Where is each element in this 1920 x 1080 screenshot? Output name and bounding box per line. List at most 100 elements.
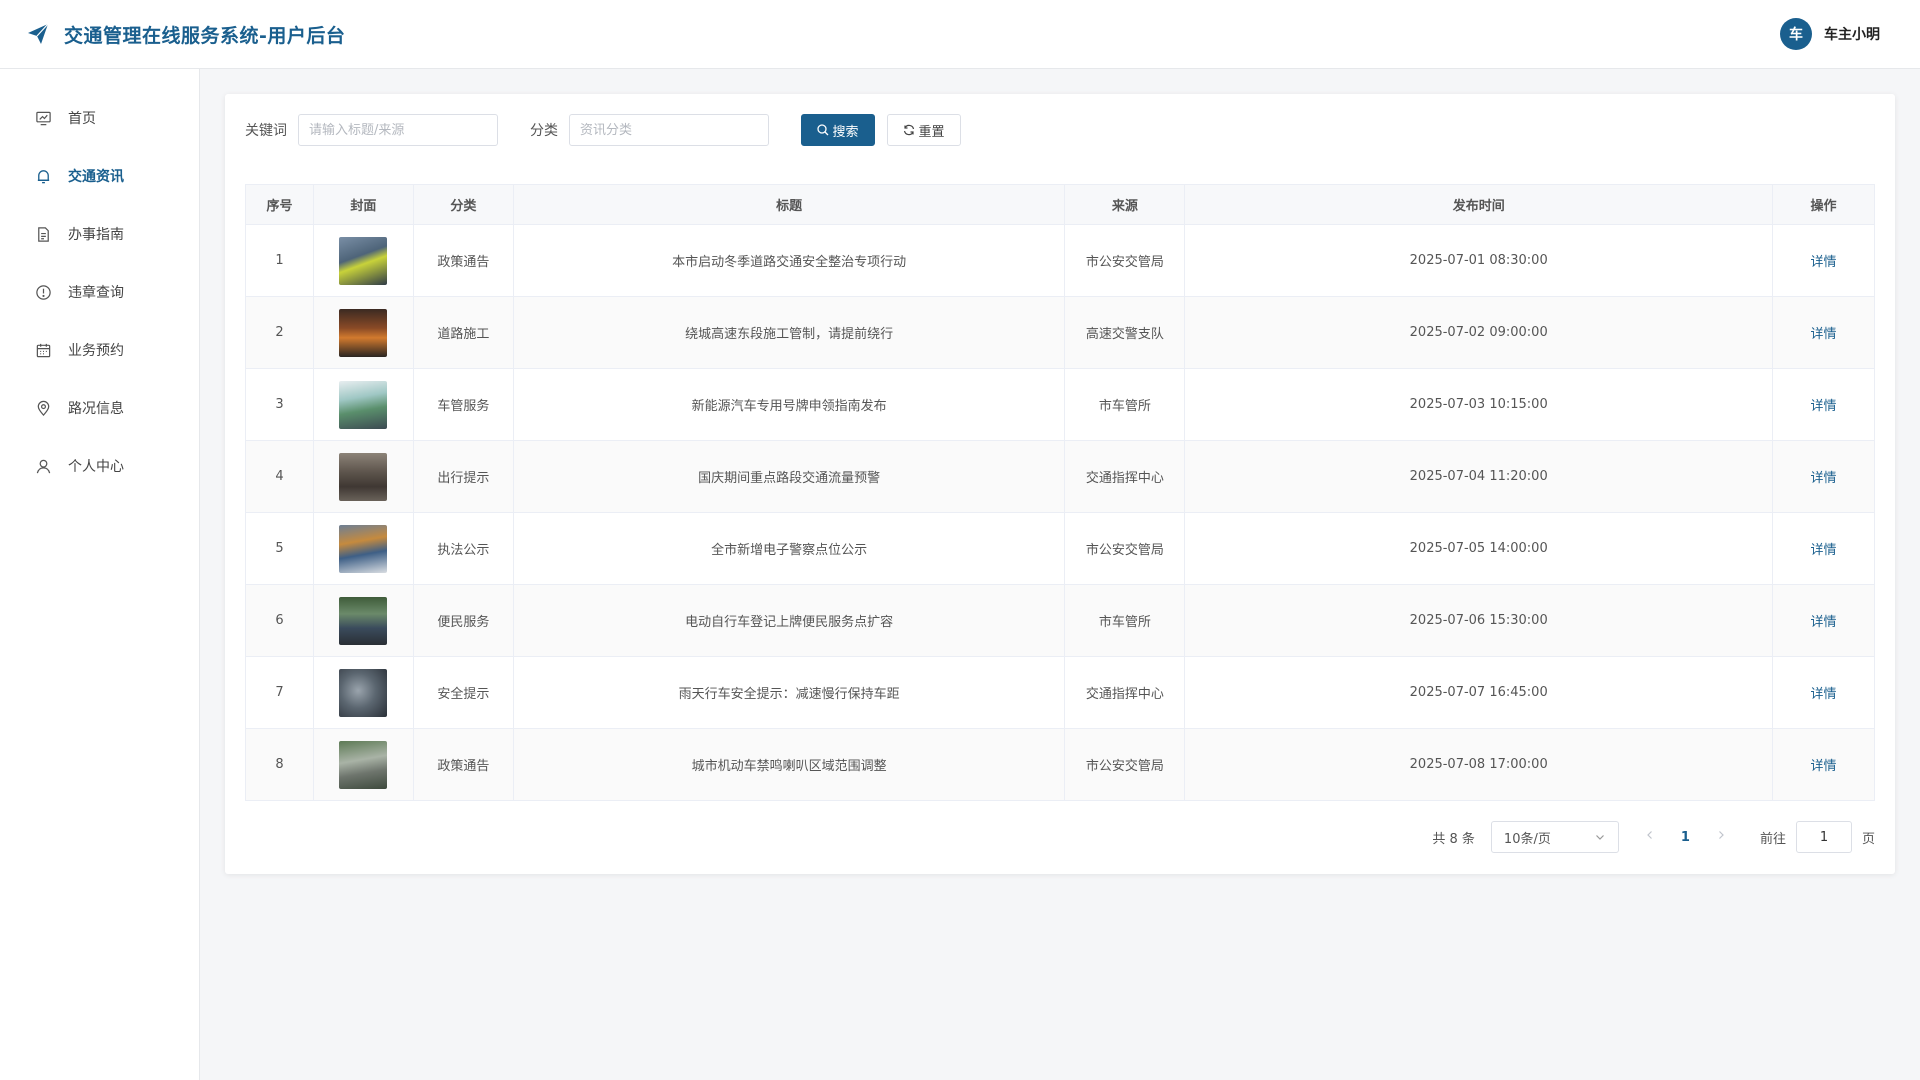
cell-index: 3 — [245, 368, 314, 441]
cell-source: 市公安交管局 — [1064, 224, 1186, 297]
cell-cover — [312, 296, 414, 369]
filter-bar: 关键词 分类 搜索 重置 — [245, 114, 1875, 146]
cell-source: 交通指挥中心 — [1064, 656, 1186, 729]
cell-cover — [312, 368, 414, 441]
cell-time: 2025-07-03 10:15:00 — [1184, 368, 1774, 441]
cell-index: 4 — [245, 440, 314, 513]
sidebar-item-label: 首页 — [68, 111, 96, 127]
avatar[interactable]: 车 — [1780, 18, 1812, 50]
detail-link[interactable]: 详情 — [1811, 255, 1837, 270]
page-suffix: 页 — [1861, 831, 1875, 847]
chevron-left-icon — [1647, 831, 1652, 839]
sidebar-item-guide[interactable]: 办事指南 — [0, 205, 199, 263]
cell-time: 2025-07-06 15:30:00 — [1184, 584, 1774, 657]
detail-link[interactable]: 详情 — [1811, 759, 1837, 774]
cell-action: 详情 — [1772, 584, 1875, 657]
cell-cover — [312, 584, 414, 657]
cell-title: 新能源汽车专用号牌申领指南发布 — [512, 368, 1066, 441]
cell-time: 2025-07-07 16:45:00 — [1184, 656, 1774, 729]
sidebar-item-road-status[interactable]: 路况信息 — [0, 379, 199, 437]
cell-index: 6 — [245, 584, 314, 657]
location-icon — [35, 400, 52, 417]
cell-cover — [312, 440, 414, 513]
cover-image — [339, 740, 388, 789]
cell-index: 8 — [245, 728, 314, 801]
cell-cover — [312, 656, 414, 729]
column-header-cover: 封面 — [312, 184, 414, 225]
cell-title: 雨天行车安全提示：减速慢行保持车距 — [512, 656, 1066, 729]
category-input[interactable] — [569, 114, 769, 146]
sidebar-item-profile[interactable]: 个人中心 — [0, 437, 199, 495]
cell-category: 车管服务 — [412, 368, 514, 441]
column-header-action: 操作 — [1772, 184, 1875, 225]
user-name[interactable]: 车主小明 — [1824, 24, 1880, 44]
cell-category: 政策通告 — [412, 728, 514, 801]
cell-action: 详情 — [1772, 224, 1875, 297]
cell-index: 2 — [245, 296, 314, 369]
goto-label: 前往 — [1759, 831, 1786, 847]
page-number-current[interactable]: 1 — [1681, 830, 1690, 845]
page-size-select[interactable]: 10条/页 — [1490, 821, 1619, 853]
search-button-label: 搜索 — [832, 124, 859, 140]
detail-link[interactable]: 详情 — [1811, 615, 1837, 630]
cover-image — [339, 308, 388, 357]
detail-link[interactable]: 详情 — [1811, 399, 1837, 414]
column-header-source: 来源 — [1064, 184, 1186, 225]
sidebar-item-appointment[interactable]: 业务预约 — [0, 321, 199, 379]
cell-cover — [312, 728, 414, 801]
sidebar: 首页 交通资讯 办事指南 违章查询 业务预约 路况信息 个人中心 — [0, 69, 200, 1080]
sidebar-item-home[interactable]: 首页 — [0, 89, 199, 147]
sidebar-item-violation[interactable]: 违章查询 — [0, 263, 199, 321]
chevron-right-icon — [1719, 831, 1724, 839]
pagination: 共 8 条 10条/页 1 前往 页 — [1432, 821, 1875, 853]
table-row: 6 便民服务 电动自行车登记上牌便民服务点扩容 市车管所 2025-07-06 … — [245, 584, 1875, 657]
user-menu[interactable]: 车 车主小明 — [1780, 18, 1880, 50]
detail-link[interactable]: 详情 — [1811, 687, 1837, 702]
reset-button[interactable]: 重置 — [887, 114, 961, 146]
sidebar-item-label: 交通资讯 — [68, 169, 124, 185]
paper-plane-icon — [28, 23, 49, 44]
cell-time: 2025-07-01 08:30:00 — [1184, 224, 1774, 297]
cell-source: 高速交警支队 — [1064, 296, 1186, 369]
sidebar-item-label: 个人中心 — [68, 459, 124, 475]
cell-title: 城市机动车禁鸣喇叭区域范围调整 — [512, 728, 1066, 801]
cell-source: 市车管所 — [1064, 584, 1186, 657]
cover-image — [339, 452, 388, 501]
cover-image — [339, 380, 388, 429]
table-row: 4 出行提示 国庆期间重点路段交通流量预警 交通指挥中心 2025-07-04 … — [245, 440, 1875, 513]
detail-link[interactable]: 详情 — [1811, 543, 1837, 558]
top-header: 交通管理在线服务系统-用户后台 车 车主小明 — [0, 0, 1920, 69]
cell-time: 2025-07-04 11:20:00 — [1184, 440, 1774, 513]
cell-title: 电动自行车登记上牌便民服务点扩容 — [512, 584, 1066, 657]
cell-action: 详情 — [1772, 512, 1875, 585]
app-title: 交通管理在线服务系统-用户后台 — [64, 24, 346, 47]
news-table: 序号 封面 分类 标题 来源 发布时间 操作 1 政策通告 本市启动冬季道路交通… — [245, 184, 1875, 801]
user-icon — [35, 458, 52, 475]
cover-image — [339, 668, 388, 717]
document-icon — [35, 226, 52, 243]
table-row: 3 车管服务 新能源汽车专用号牌申领指南发布 市车管所 2025-07-03 1… — [245, 368, 1875, 441]
keyword-input[interactable] — [298, 114, 498, 146]
brand: 交通管理在线服务系统-用户后台 — [26, 21, 345, 48]
news-list-card: 关键词 分类 搜索 重置 序号 封面 分类 标题 来源 发布时间 操作 — [225, 94, 1895, 874]
cell-category: 便民服务 — [412, 584, 514, 657]
cell-action: 详情 — [1772, 368, 1875, 441]
sidebar-item-label: 办事指南 — [68, 227, 124, 243]
warning-icon — [35, 284, 52, 301]
cell-source: 市车管所 — [1064, 368, 1186, 441]
cell-category: 道路施工 — [412, 296, 514, 369]
cell-title: 全市新增电子警察点位公示 — [512, 512, 1066, 585]
table-row: 8 政策通告 城市机动车禁鸣喇叭区域范围调整 市公安交管局 2025-07-08… — [245, 728, 1875, 801]
prev-page-button[interactable] — [1639, 829, 1661, 845]
detail-link[interactable]: 详情 — [1811, 327, 1837, 342]
sidebar-item-traffic-news[interactable]: 交通资讯 — [0, 147, 199, 205]
cell-action: 详情 — [1772, 296, 1875, 369]
detail-link[interactable]: 详情 — [1811, 471, 1837, 486]
cell-cover — [312, 512, 414, 585]
chevron-down-icon — [1595, 835, 1604, 840]
goto-page-input[interactable] — [1795, 821, 1852, 853]
cell-index: 5 — [245, 512, 314, 585]
next-page-button[interactable] — [1710, 829, 1732, 845]
search-button[interactable]: 搜索 — [801, 114, 875, 146]
cover-image — [339, 596, 388, 645]
